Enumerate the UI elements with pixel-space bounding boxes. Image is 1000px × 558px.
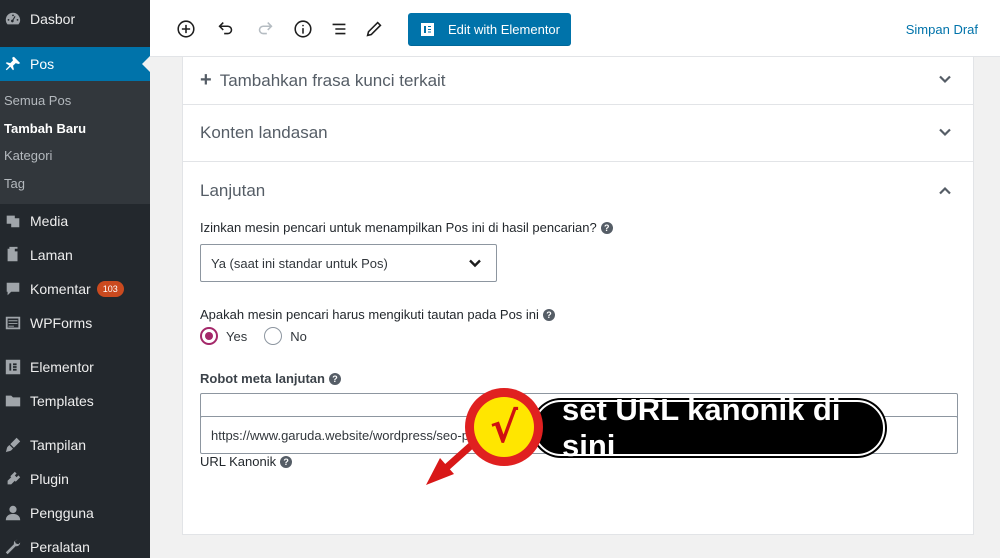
sidebar-item-plugins[interactable]: Plugin	[0, 462, 150, 496]
comments-icon	[2, 279, 24, 299]
add-block-icon[interactable]	[174, 17, 198, 41]
pages-icon	[2, 245, 24, 265]
sidebar-item-appearance[interactable]: Tampilan	[0, 428, 150, 462]
folder-icon	[2, 391, 24, 411]
outline-icon[interactable]	[327, 17, 351, 41]
chevron-down-icon	[468, 256, 482, 270]
follow-links-radio-group: Yes No	[200, 327, 307, 345]
sidebar-item-label: Elementor	[30, 359, 94, 375]
redo-icon[interactable]	[253, 17, 277, 41]
info-icon[interactable]	[291, 17, 315, 41]
submenu-item-all-posts[interactable]: Semua Pos	[0, 87, 150, 115]
submenu-item-categories[interactable]: Kategori	[0, 142, 150, 170]
sidebar-item-label: Peralatan	[30, 539, 90, 555]
advanced-header[interactable]: Lanjutan	[183, 162, 973, 220]
cornerstone-section: Konten landasan	[183, 105, 973, 162]
plus-icon: +	[200, 69, 212, 91]
search-visibility-value: Ya (saat ini standar untuk Pos)	[211, 255, 388, 271]
edit-pencil-icon[interactable]	[362, 17, 386, 41]
posts-submenu: Semua Pos Tambah Baru Kategori Tag	[0, 81, 150, 204]
sidebar-item-label: Media	[30, 213, 69, 229]
help-icon[interactable]: ?	[542, 309, 555, 321]
robots-meta-text: Robot meta lanjutan	[200, 371, 325, 386]
plugin-icon	[2, 469, 24, 489]
sidebar-item-label: Plugin	[30, 471, 69, 487]
follow-yes-label: Yes	[226, 328, 248, 344]
sidebar-item-label: Pos	[30, 56, 55, 72]
follow-no-radio[interactable]	[264, 327, 283, 345]
undo-icon[interactable]	[214, 17, 238, 41]
canonical-url-text: URL Kanonik	[200, 454, 277, 469]
help-icon[interactable]: ?	[280, 456, 293, 468]
sidebar-item-templates[interactable]: Templates	[0, 384, 150, 418]
sidebar-item-label: Dasbor	[30, 11, 76, 27]
sidebar-item-posts[interactable]: Pos	[0, 47, 150, 81]
sidebar-item-elementor[interactable]: Elementor	[0, 350, 150, 384]
wpforms-icon	[2, 313, 24, 333]
edit-with-elementor-button[interactable]: Edit with Elementor	[408, 13, 571, 45]
sidebar-item-users[interactable]: Pengguna	[0, 496, 150, 530]
related-keyphrase-header[interactable]: + Tambahkan frasa kunci terkait	[183, 57, 973, 104]
cornerstone-title: Konten landasan	[200, 123, 328, 142]
sidebar-item-pages[interactable]: Laman	[0, 238, 150, 272]
cornerstone-header[interactable]: Konten landasan	[183, 105, 973, 161]
media-icon	[2, 211, 24, 231]
sidebar-item-label: Komentar	[30, 281, 91, 297]
follow-yes-radio[interactable]	[200, 327, 218, 345]
user-icon	[2, 503, 24, 523]
chevron-down-icon[interactable]	[937, 71, 953, 87]
appearance-icon	[2, 435, 24, 455]
sidebar-item-dashboard[interactable]: Dasbor	[0, 2, 150, 36]
sidebar-item-comments[interactable]: Komentar 103	[0, 272, 150, 306]
search-visibility-label: Izinkan mesin pencari untuk menampilkan …	[200, 220, 613, 235]
follow-links-label: Apakah mesin pencari harus mengikuti tau…	[200, 307, 555, 322]
checkmark-badge: √	[465, 388, 543, 466]
annotation-callout: set URL kanonik di sini √	[465, 385, 925, 475]
related-keyphrase-section: + Tambahkan frasa kunci terkait	[183, 57, 973, 105]
sidebar-item-media[interactable]: Media	[0, 204, 150, 238]
tools-icon	[2, 537, 24, 557]
search-visibility-text: Izinkan mesin pencari untuk menampilkan …	[200, 220, 597, 235]
elementor-icon	[2, 357, 24, 377]
editor-toolbar: Edit with Elementor Simpan Draf	[150, 0, 1000, 57]
follow-no-label: No	[290, 328, 307, 344]
follow-links-text: Apakah mesin pencari harus mengikuti tau…	[200, 307, 539, 322]
advanced-title: Lanjutan	[200, 181, 266, 200]
checkmark-icon: √	[474, 397, 534, 457]
chevron-down-icon[interactable]	[937, 124, 953, 140]
sidebar-item-label: Laman	[30, 247, 73, 263]
robots-meta-label: Robot meta lanjutan?	[200, 371, 341, 386]
edit-with-elementor-label: Edit with Elementor	[448, 21, 560, 37]
sidebar-item-label: Templates	[30, 393, 94, 409]
sidebar-item-label: Tampilan	[30, 437, 87, 453]
submenu-item-tags[interactable]: Tag	[0, 170, 150, 198]
annotation-text: set URL kanonik di sini	[533, 392, 885, 463]
save-draft-link[interactable]: Simpan Draf	[906, 22, 978, 37]
pin-icon	[2, 54, 24, 74]
related-keyphrase-title: Tambahkan frasa kunci terkait	[219, 70, 446, 90]
dashboard-icon	[2, 9, 24, 29]
elementor-logo-icon	[421, 22, 434, 36]
admin-sidebar: Dasbor Pos Semua Pos Tambah Baru Kategor…	[0, 0, 150, 558]
chevron-up-icon[interactable]	[937, 183, 953, 199]
canonical-url-label: URL Kanonik?	[200, 454, 293, 469]
sidebar-item-wpforms[interactable]: WPForms	[0, 306, 150, 340]
submenu-item-add-new[interactable]: Tambah Baru	[0, 115, 150, 143]
sidebar-item-tools[interactable]: Peralatan	[0, 530, 150, 558]
help-icon[interactable]: ?	[600, 222, 613, 234]
sidebar-item-label: WPForms	[30, 315, 93, 331]
comments-count-badge: 103	[96, 281, 124, 297]
help-icon[interactable]: ?	[328, 373, 341, 385]
sidebar-item-label: Pengguna	[30, 505, 94, 521]
search-visibility-select[interactable]: Ya (saat ini standar untuk Pos)	[200, 244, 497, 282]
advanced-section: Lanjutan Izinkan mesin pencari untuk men…	[183, 162, 973, 536]
